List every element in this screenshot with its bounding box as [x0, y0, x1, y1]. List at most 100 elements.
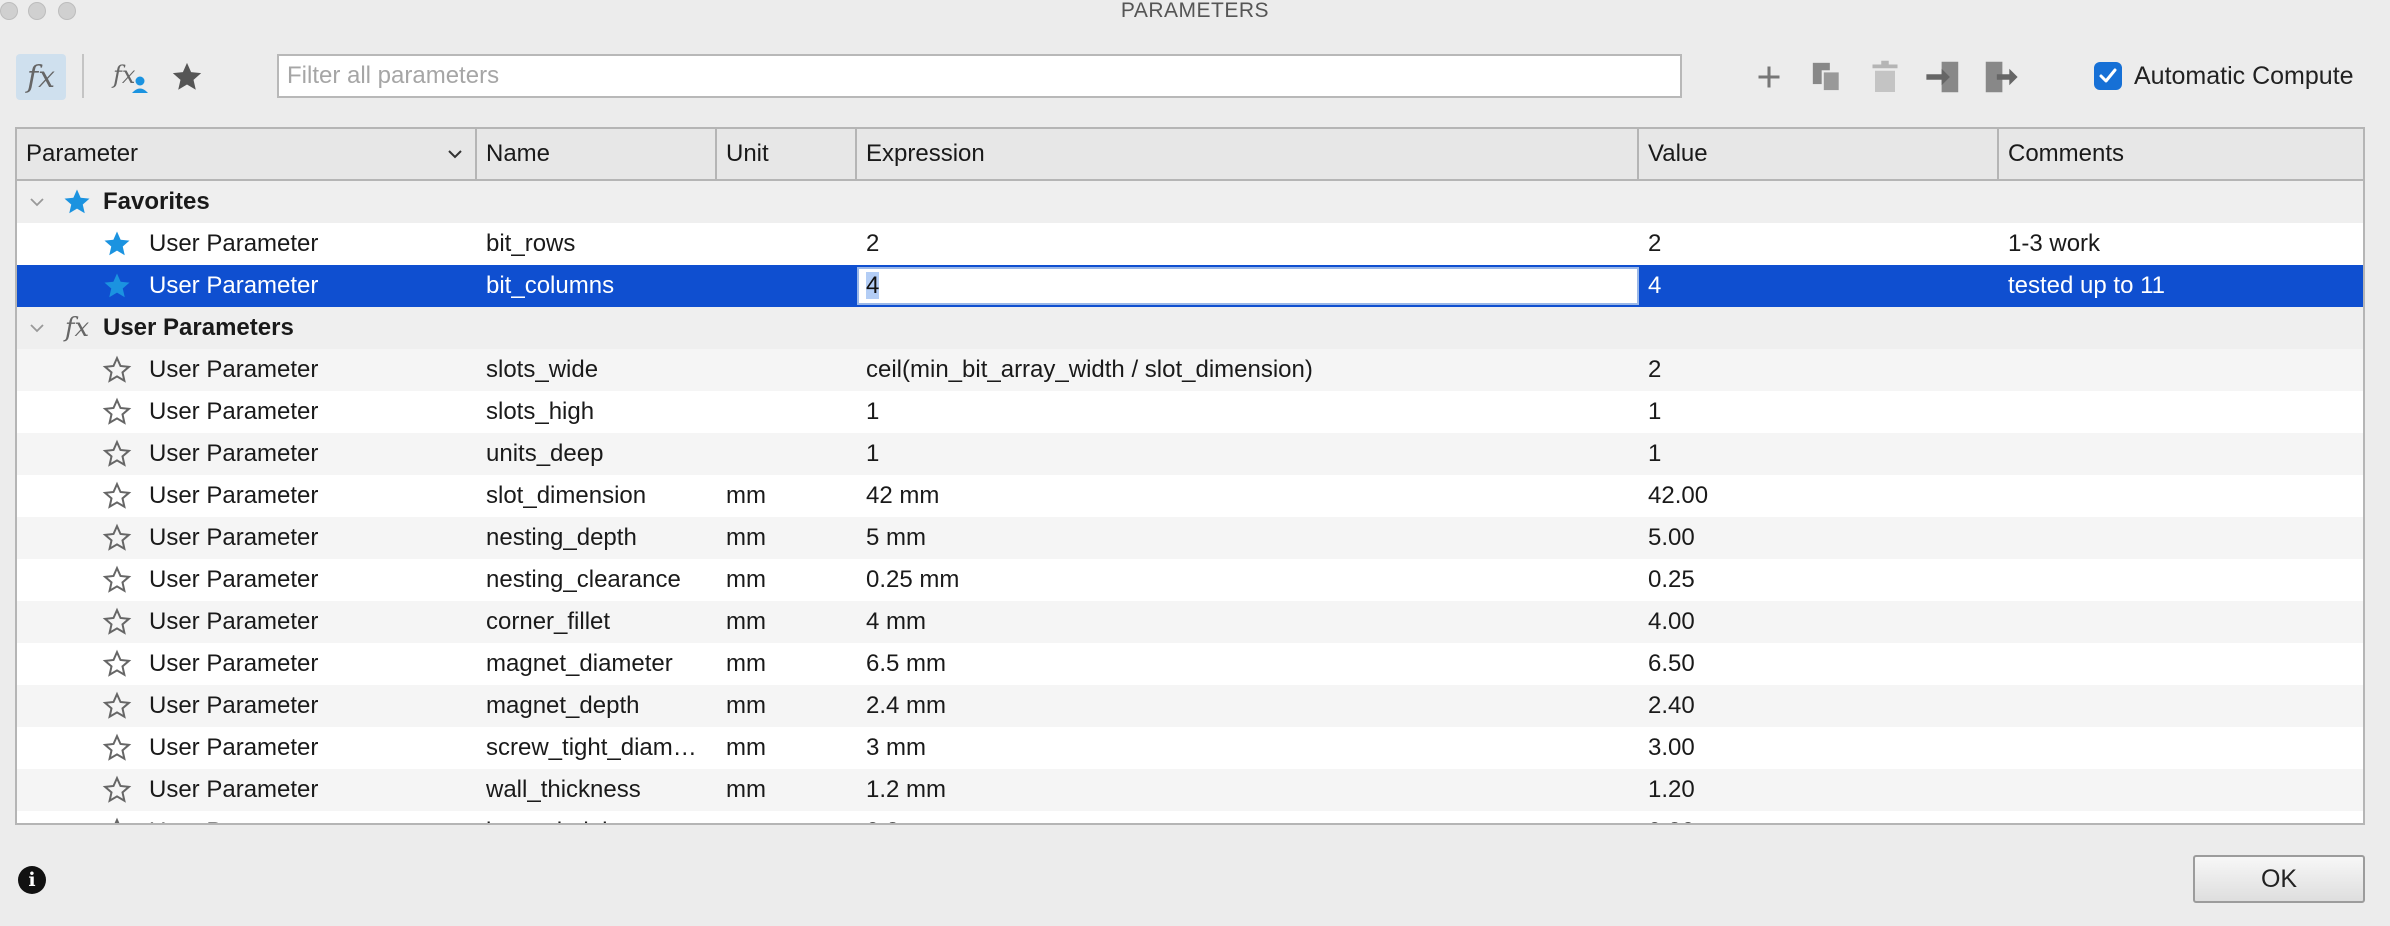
parameter-unit[interactable]: [717, 265, 857, 307]
parameter-expression[interactable]: 0.25 mm: [857, 559, 1639, 601]
table-row[interactable]: User Parameter corner_fillet mm 4 mm 4.00: [17, 601, 2363, 643]
automatic-compute-checkbox[interactable]: [2094, 62, 2122, 90]
parameter-expression[interactable]: 0.8 mm: [857, 811, 1639, 823]
parameter-unit[interactable]: [717, 349, 857, 391]
parameter-expression[interactable]: 2: [857, 223, 1639, 265]
table-row[interactable]: User Parameter nesting_clearance mm 0.25 mm…: [17, 559, 2363, 601]
column-header-expression[interactable]: Expression: [857, 129, 1639, 179]
parameter-comment[interactable]: [1999, 433, 2363, 475]
parameter-name[interactable]: lower_height: [477, 811, 717, 823]
parameter-name[interactable]: screw_tight_diam…: [477, 727, 717, 769]
parameter-comment[interactable]: [1999, 601, 2363, 643]
parameter-unit[interactable]: mm: [717, 811, 857, 823]
star-outline-icon[interactable]: [97, 775, 137, 805]
table-row-selected[interactable]: User Parameter bit_columns 4 4 tested up…: [17, 265, 2363, 307]
copy-parameter-button[interactable]: [1804, 54, 1850, 100]
parameter-name[interactable]: slots_wide: [477, 349, 717, 391]
parameter-comment[interactable]: [1999, 517, 2363, 559]
parameter-unit[interactable]: [717, 433, 857, 475]
parameter-unit[interactable]: mm: [717, 685, 857, 727]
table-row[interactable]: User Parameter slots_high 1 1: [17, 391, 2363, 433]
user-parameter-filter-button[interactable]: fx: [104, 54, 154, 100]
parameter-comment[interactable]: [1999, 769, 2363, 811]
table-row[interactable]: User Parameter lower_heightmm0.8 mm0.80: [17, 811, 2363, 823]
parameter-expression[interactable]: 1.2 mm: [857, 769, 1639, 811]
chevron-down-icon[interactable]: [17, 194, 57, 210]
star-outline-icon[interactable]: [97, 439, 137, 469]
info-icon[interactable]: i: [18, 866, 46, 894]
column-header-unit[interactable]: Unit: [717, 129, 857, 179]
ok-button[interactable]: OK: [2193, 855, 2365, 903]
group-row-user-parameters[interactable]: fx User Parameters: [17, 307, 2363, 349]
chevron-down-icon[interactable]: [17, 320, 57, 336]
parameter-unit[interactable]: mm: [717, 769, 857, 811]
delete-parameter-button[interactable]: [1862, 54, 1908, 100]
star-outline-icon[interactable]: [97, 565, 137, 595]
column-header-comments[interactable]: Comments: [1999, 129, 2363, 179]
star-outline-icon[interactable]: [97, 355, 137, 385]
parameter-unit[interactable]: mm: [717, 643, 857, 685]
star-outline-icon[interactable]: [97, 397, 137, 427]
parameter-unit[interactable]: mm: [717, 475, 857, 517]
parameter-expression[interactable]: 4 mm: [857, 601, 1639, 643]
expression-edit-field[interactable]: 4: [857, 265, 1639, 307]
parameter-name[interactable]: corner_fillet: [477, 601, 717, 643]
parameter-expression[interactable]: 1: [857, 391, 1639, 433]
parameter-name[interactable]: units_deep: [477, 433, 717, 475]
parameter-comment[interactable]: [1999, 475, 2363, 517]
column-header-name[interactable]: Name: [477, 129, 717, 179]
parameter-comment[interactable]: [1999, 685, 2363, 727]
automatic-compute-toggle[interactable]: Automatic Compute: [2094, 60, 2354, 92]
export-parameters-button[interactable]: [1978, 54, 2024, 100]
parameter-expression[interactable]: ceil(min_bit_array_width / slot_dimensio…: [857, 349, 1639, 391]
table-row[interactable]: User Parameter bit_rows 2 2 1-3 work: [17, 223, 2363, 265]
parameter-unit[interactable]: [717, 223, 857, 265]
star-outline-icon[interactable]: [97, 481, 137, 511]
parameter-expression[interactable]: 3 mm: [857, 727, 1639, 769]
parameter-expression[interactable]: 42 mm: [857, 475, 1639, 517]
parameter-name[interactable]: wall_thickness: [477, 769, 717, 811]
star-filled-icon[interactable]: [97, 229, 137, 259]
parameter-name[interactable]: magnet_diameter: [477, 643, 717, 685]
filter-parameters-input[interactable]: [277, 54, 1682, 98]
table-row[interactable]: User Parameter wall_thickness mm 1.2 mm 1.20: [17, 769, 2363, 811]
table-row[interactable]: User Parameter units_deep 1 1: [17, 433, 2363, 475]
parameter-comment[interactable]: tested up to 11: [1999, 265, 2363, 307]
favorites-filter-button[interactable]: [162, 54, 212, 100]
fx-filter-button[interactable]: fx: [16, 54, 66, 100]
parameter-name[interactable]: bit_rows: [477, 223, 717, 265]
expression-edit-text[interactable]: 4: [866, 272, 880, 299]
parameter-comment[interactable]: [1999, 349, 2363, 391]
table-row[interactable]: User Parameter magnet_diameter mm 6.5 mm 6.5…: [17, 643, 2363, 685]
parameter-unit[interactable]: mm: [717, 559, 857, 601]
parameter-unit[interactable]: mm: [717, 727, 857, 769]
parameter-unit[interactable]: mm: [717, 517, 857, 559]
table-row[interactable]: User Parameter magnet_depth mm 2.4 mm 2.40: [17, 685, 2363, 727]
star-outline-icon[interactable]: [97, 523, 137, 553]
parameter-unit[interactable]: [717, 391, 857, 433]
parameter-comment[interactable]: 1-3 work: [1999, 223, 2363, 265]
star-outline-icon[interactable]: [97, 649, 137, 679]
parameter-comment[interactable]: [1999, 391, 2363, 433]
add-parameter-button[interactable]: [1746, 54, 1792, 100]
parameter-comment[interactable]: [1999, 727, 2363, 769]
table-row[interactable]: User Parameter slots_wide ceil(min_bit_arr…: [17, 349, 2363, 391]
parameter-expression[interactable]: 5 mm: [857, 517, 1639, 559]
parameter-comment[interactable]: [1999, 643, 2363, 685]
star-outline-icon[interactable]: [97, 733, 137, 763]
parameter-expression[interactable]: 6.5 mm: [857, 643, 1639, 685]
parameter-comment[interactable]: [1999, 811, 2363, 823]
parameter-expression[interactable]: 1: [857, 433, 1639, 475]
star-filled-icon[interactable]: [97, 271, 137, 301]
star-outline-icon[interactable]: [97, 817, 137, 823]
parameter-name[interactable]: slots_high: [477, 391, 717, 433]
parameter-name[interactable]: nesting_clearance: [477, 559, 717, 601]
group-row-favorites[interactable]: Favorites: [17, 181, 2363, 223]
column-header-value[interactable]: Value: [1639, 129, 1999, 179]
column-header-parameter[interactable]: Parameter: [17, 129, 477, 179]
parameter-unit[interactable]: mm: [717, 601, 857, 643]
table-row[interactable]: User Parameter nesting_depth mm 5 mm 5.00: [17, 517, 2363, 559]
star-outline-icon[interactable]: [97, 607, 137, 637]
star-outline-icon[interactable]: [97, 691, 137, 721]
parameter-name[interactable]: magnet_depth: [477, 685, 717, 727]
